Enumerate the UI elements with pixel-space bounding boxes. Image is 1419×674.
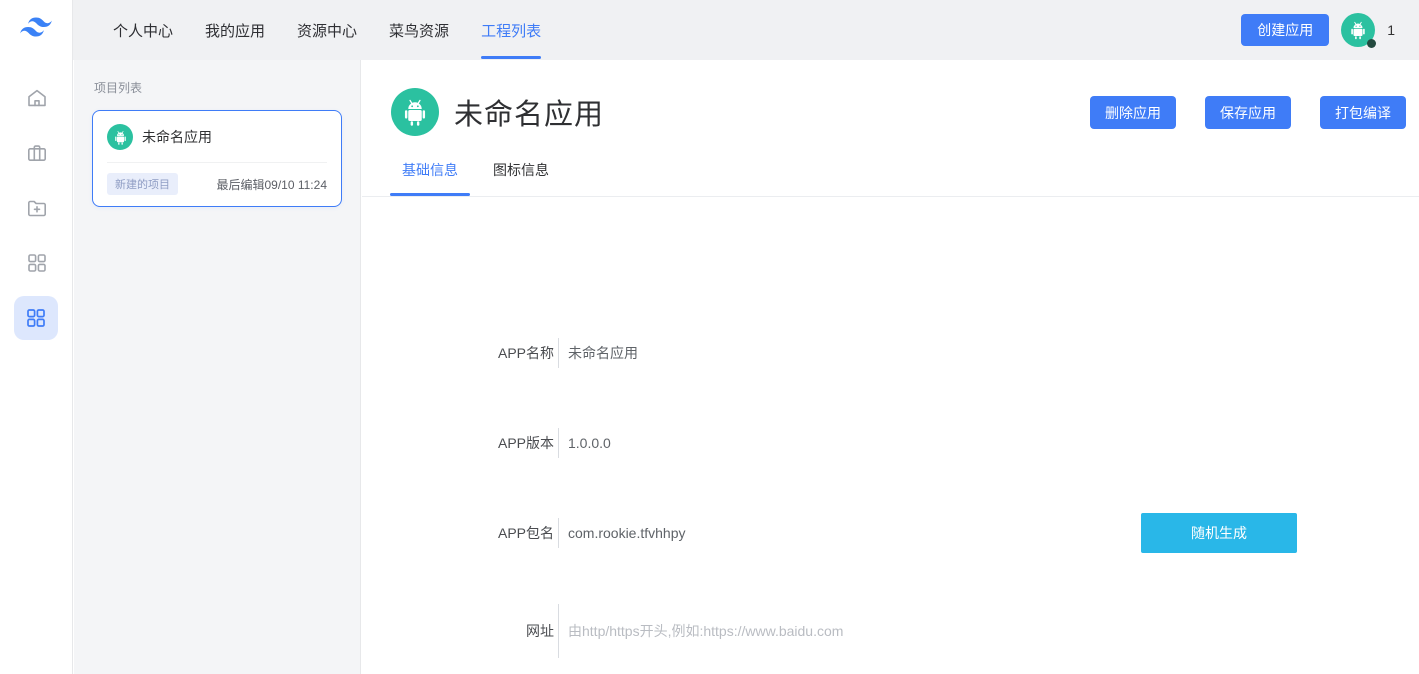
form-row-app-version: APP版本 (362, 423, 1419, 463)
website-label: 网址 (526, 623, 554, 639)
avatar-count-label: 1 (1387, 22, 1395, 38)
left-icon-sidebar (0, 0, 73, 674)
form-row-app-package: APP包名 随机生成 (362, 513, 1419, 553)
wave-logo-icon[interactable] (15, 8, 57, 46)
project-card-head: 未命名应用 (107, 124, 327, 150)
delete-app-button[interactable]: 删除应用 (1090, 96, 1176, 129)
project-list-panel: 项目列表 未命名应用 新建的项目 最后编辑09/10 11:24 (74, 60, 361, 674)
random-generate-button[interactable]: 随机生成 (1141, 513, 1297, 553)
nav-item-rookie-resources[interactable]: 菜鸟资源 (389, 0, 449, 60)
app-package-label: APP包名 (497, 525, 554, 541)
sidebar-item-active[interactable] (14, 296, 58, 340)
home-icon[interactable] (25, 86, 49, 110)
project-card[interactable]: 未命名应用 新建的项目 最后编辑09/10 11:24 (92, 110, 342, 207)
topbar-right-group: 创建应用 1 (1241, 13, 1419, 48)
project-status-badge: 新建的项目 (107, 173, 178, 195)
project-last-edited: 最后编辑09/10 11:24 (216, 177, 327, 192)
status-dot (1367, 39, 1377, 48)
grid-icon (27, 309, 45, 327)
project-card-foot: 新建的项目 最后编辑09/10 11:24 (107, 173, 327, 195)
website-input[interactable] (559, 623, 1029, 639)
app-version-label: APP版本 (497, 435, 554, 451)
app-version-input[interactable] (559, 435, 1029, 451)
nav-item-my-apps[interactable]: 我的应用 (205, 0, 265, 60)
android-robot-icon (391, 88, 439, 136)
top-navigation-bar: 个人中心 我的应用 资源中心 菜鸟资源 工程列表 创建应用 1 (73, 0, 1419, 60)
app-action-buttons: 删除应用 保存应用 打包编译 (1090, 96, 1406, 129)
app-title: 未命名应用 (454, 99, 605, 131)
tab-basic-info[interactable]: 基础信息 (390, 160, 470, 196)
top-nav-menu: 个人中心 我的应用 资源中心 菜鸟资源 工程列表 (73, 0, 542, 60)
project-list-title: 项目列表 (94, 81, 143, 95)
form-row-website: 网址 (362, 603, 1419, 659)
project-name: 未命名应用 (142, 129, 212, 145)
package-compile-button[interactable]: 打包编译 (1320, 96, 1406, 129)
app-package-input[interactable] (559, 525, 1029, 541)
basic-info-form: APP名称 APP版本 APP包名 随机生成 网址 (362, 197, 1419, 659)
detail-tabs: 基础信息 图标信息 (390, 160, 1419, 196)
tab-icon-info[interactable]: 图标信息 (481, 160, 561, 196)
card-divider (107, 162, 327, 163)
app-name-label: APP名称 (497, 345, 554, 361)
app-window: 个人中心 我的应用 资源中心 菜鸟资源 工程列表 创建应用 1 项目列表 未命名… (0, 0, 1419, 674)
main-content: 未命名应用 删除应用 保存应用 打包编译 基础信息 图标信息 APP名称 未命名… (362, 60, 1419, 674)
active-tab-underline (481, 56, 542, 59)
nav-item-personal-center[interactable]: 个人中心 (113, 0, 173, 60)
create-app-button[interactable]: 创建应用 (1241, 14, 1330, 46)
nav-item-resource-center[interactable]: 资源中心 (297, 0, 357, 60)
android-robot-icon (107, 124, 133, 150)
save-app-button[interactable]: 保存应用 (1205, 96, 1291, 129)
app-name-input[interactable] (559, 345, 1029, 361)
user-avatar[interactable] (1341, 13, 1377, 48)
grid-icon[interactable] (25, 251, 49, 275)
active-tab-underline (390, 193, 470, 196)
nav-item-project-list[interactable]: 工程列表 (481, 0, 542, 60)
briefcase-icon[interactable] (25, 141, 49, 165)
folder-plus-icon[interactable] (25, 196, 49, 220)
form-row-app-name: APP名称 (362, 333, 1419, 373)
